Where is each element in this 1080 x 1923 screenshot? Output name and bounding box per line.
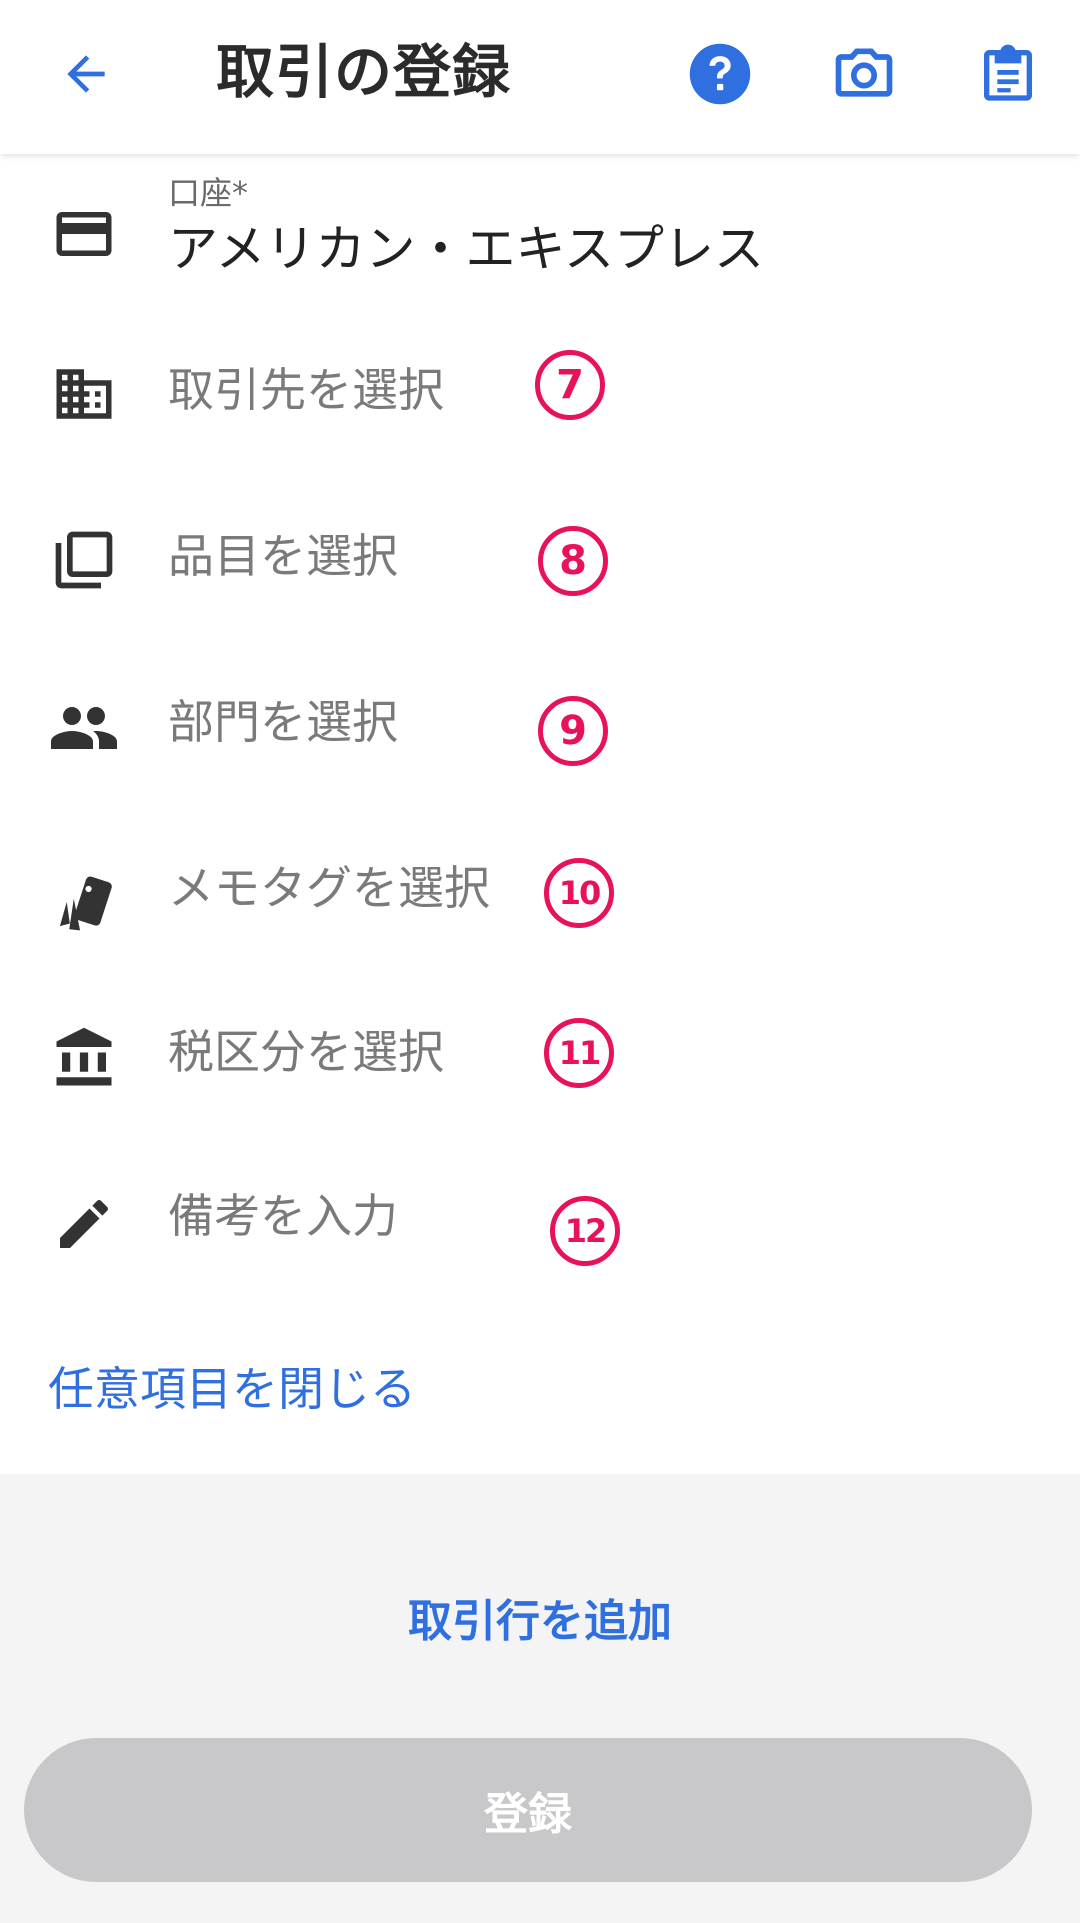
annotation-badge-12: 12 [550,1196,620,1266]
app-screen: 取引の登録 口座* アメリカン・エキスプレス 取引先を選択 7 品目を選択 8 … [0,0,1080,1923]
help-button[interactable] [682,36,758,112]
tax-category-label: 税区分を選択 [168,1025,444,1079]
account-label: 口座* [168,174,249,212]
memo-tag-label: メモタグを選択 [168,861,490,915]
help-icon [689,43,751,105]
memo-tag-field[interactable]: メモタグを選択 10 [0,822,1080,962]
building-icon [48,358,120,430]
register-button[interactable]: 登録 [24,1738,1032,1882]
remarks-field[interactable]: 備考を入力 12 [0,1152,1080,1292]
remarks-label: 備考を入力 [168,1189,398,1243]
pencil-icon [48,1188,120,1260]
account-value: アメリカン・エキスプレス [168,220,764,278]
item-label: 品目を選択 [168,529,398,583]
add-transaction-line-button[interactable]: 取引行を追加 [0,1594,1080,1650]
close-optional-fields-link[interactable]: 任意項目を閉じる [48,1360,416,1418]
department-field[interactable]: 部門を選択 9 [0,656,1080,796]
bank-icon [48,1022,120,1094]
annotation-badge-9: 9 [538,696,608,766]
annotation-badge-8: 8 [538,526,608,596]
annotation-badge-7: 7 [535,350,605,420]
page-title: 取引の登録 [216,38,512,106]
annotation-badge-11: 11 [544,1018,614,1088]
bottom-panel: 取引行を追加 登録 [0,1474,1080,1923]
people-icon [48,692,120,764]
library-icon [48,524,120,596]
counterparty-field[interactable]: 取引先を選択 7 [0,324,1080,464]
camera-button[interactable] [826,36,902,112]
clipboard-icon [984,44,1032,101]
top-app-bar: 取引の登録 [0,0,1080,154]
back-arrow-icon [67,55,105,93]
item-field[interactable]: 品目を選択 8 [0,490,1080,630]
tax-category-field[interactable]: 税区分を選択 11 [0,986,1080,1126]
back-button[interactable] [48,36,124,112]
annotation-badge-10: 10 [544,858,614,928]
credit-card-icon [48,198,120,270]
camera-icon [835,48,893,97]
tag-cards-icon [48,866,120,938]
counterparty-label: 取引先を選択 [168,363,444,417]
clipboard-button[interactable] [970,36,1046,112]
department-label: 部門を選択 [168,695,398,749]
